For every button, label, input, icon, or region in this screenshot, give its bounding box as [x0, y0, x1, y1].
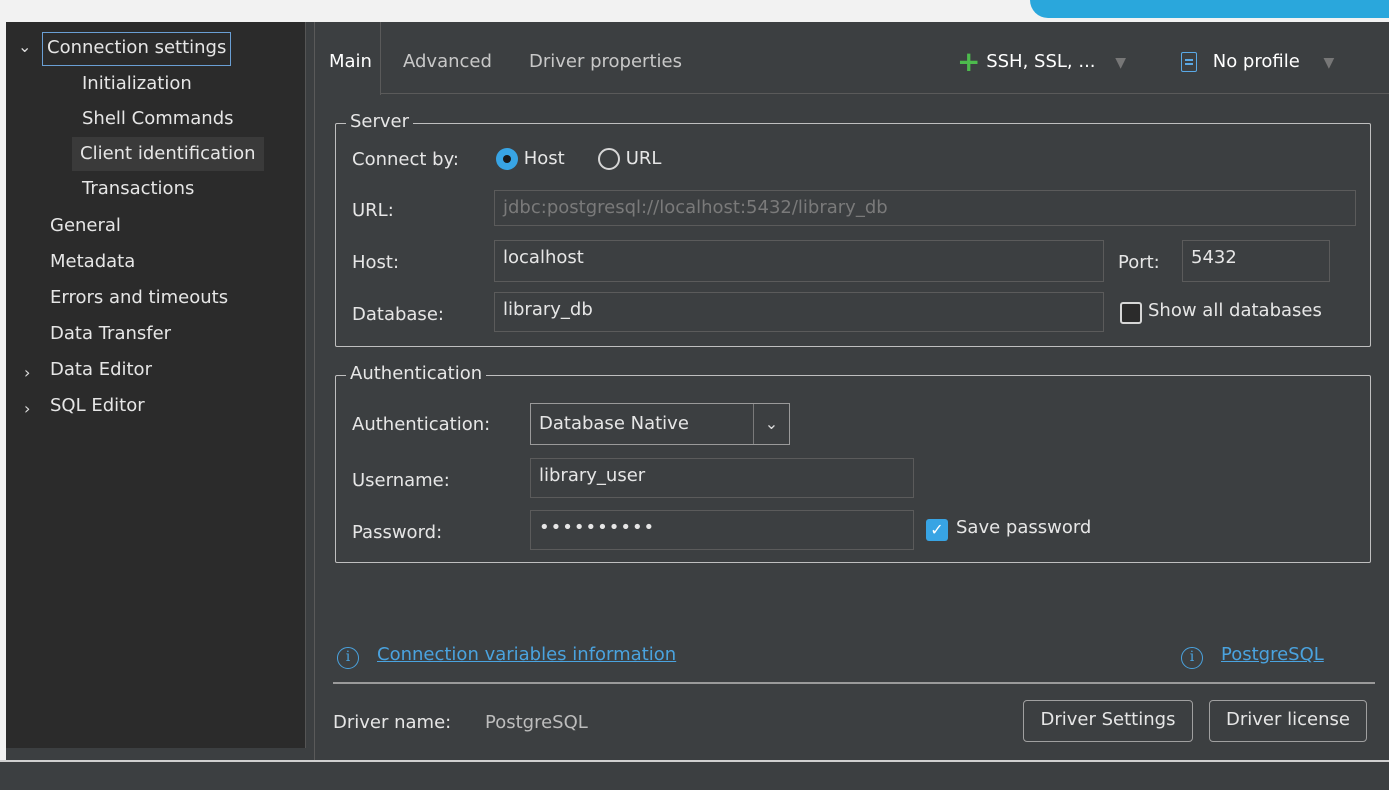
radio-url-label: URL [625, 148, 662, 169]
info-icon: i [1181, 647, 1203, 669]
nav-item-data-transfer[interactable]: Data Transfer [50, 317, 171, 351]
nav-item-initialization[interactable]: Initialization [82, 67, 192, 101]
status-bar [0, 760, 1389, 790]
chevron-down-icon: ⌄ [753, 404, 789, 444]
caret-down-icon: ▼ [1323, 55, 1335, 71]
nav-item-sql-editor[interactable]: SQL Editor [50, 389, 145, 423]
url-field[interactable]: jdbc:postgresql://localhost:5432/library… [494, 190, 1356, 226]
settings-nav-tree: ⌄ Connection settings Initialization She… [6, 22, 306, 748]
nav-item-client-identification[interactable]: Client identification [72, 137, 264, 171]
authentication-select[interactable]: Database Native ⌄ [530, 403, 790, 445]
document-icon [1181, 52, 1197, 72]
separator [333, 682, 1375, 684]
tab-bar: Main Advanced Driver properties + SSH, S… [315, 22, 1389, 95]
nav-item-connection-settings[interactable]: Connection settings [42, 32, 232, 66]
caret-down-icon: ▼ [1115, 55, 1127, 71]
ssh-ssl-label: SSH, SSL, ... [986, 51, 1096, 72]
driver-name-value: PostgreSQL [485, 712, 588, 733]
window-accent-tab [1030, 0, 1389, 18]
database-field[interactable]: library_db [494, 292, 1104, 332]
driver-name-label: Driver name: [333, 712, 452, 733]
chevron-right-icon[interactable]: › [24, 392, 40, 426]
host-field[interactable]: localhost [494, 240, 1104, 282]
nav-item-shell-commands[interactable]: Shell Commands [82, 102, 234, 136]
server-group-title: Server [346, 111, 414, 132]
tab-driver-properties[interactable]: Driver properties [529, 22, 682, 94]
nav-item-data-editor[interactable]: Data Editor [50, 353, 152, 387]
port-field[interactable]: 5432 [1182, 240, 1330, 282]
host-label: Host: [352, 252, 400, 273]
tab-main[interactable]: Main [315, 22, 381, 95]
add-icon: + [957, 45, 981, 78]
profile-dropdown[interactable]: No profile ▼ [1181, 22, 1334, 94]
driver-license-button[interactable]: Driver license [1209, 700, 1367, 742]
ssh-ssl-dropdown[interactable]: + SSH, SSL, ... ▼ [957, 22, 1126, 94]
radio-unselected-icon [598, 148, 620, 170]
profile-label: No profile [1212, 51, 1300, 72]
main-panel: Main Advanced Driver properties + SSH, S… [314, 22, 1389, 760]
radio-host[interactable]: Host [496, 148, 565, 170]
nav-item-errors-and-timeouts[interactable]: Errors and timeouts [50, 281, 228, 315]
authentication-group: Authentication Authentication: Database … [335, 363, 1371, 563]
authentication-label: Authentication: [352, 414, 491, 435]
username-field[interactable]: library_user [530, 458, 914, 498]
chevron-down-icon[interactable]: ⌄ [18, 30, 34, 64]
connection-settings-dialog: ⌄ Connection settings Initialization She… [6, 22, 1389, 760]
window-top-strip [0, 0, 1389, 22]
radio-host-label: Host [523, 148, 565, 169]
tab-advanced[interactable]: Advanced [403, 22, 492, 94]
postgresql-link[interactable]: PostgreSQL [1221, 644, 1324, 665]
connection-variables-link[interactable]: Connection variables information [377, 644, 676, 665]
info-icon: i [337, 647, 359, 669]
port-label: Port: [1118, 252, 1160, 273]
chevron-right-icon[interactable]: › [24, 356, 40, 390]
server-group: Server Connect by: Host URL URL: jdbc:po… [335, 111, 1371, 347]
url-label: URL: [352, 200, 394, 221]
show-all-databases-checkbox[interactable] [1120, 302, 1142, 324]
authentication-select-value: Database Native [539, 413, 689, 434]
save-password-label: Save password [956, 517, 1092, 538]
username-label: Username: [352, 470, 450, 491]
nav-item-metadata[interactable]: Metadata [50, 245, 135, 279]
password-label: Password: [352, 522, 443, 543]
password-field[interactable]: •••••••••• [530, 510, 914, 550]
radio-selected-icon [496, 148, 518, 170]
database-label: Database: [352, 304, 444, 325]
driver-settings-button[interactable]: Driver Settings [1023, 700, 1193, 742]
connect-by-label: Connect by: [352, 149, 459, 170]
nav-item-general[interactable]: General [50, 209, 121, 243]
radio-url[interactable]: URL [598, 148, 661, 170]
save-password-checkbox[interactable]: ✓ [926, 519, 948, 541]
authentication-group-title: Authentication [346, 363, 487, 384]
show-all-databases-label: Show all databases [1148, 300, 1322, 321]
nav-item-transactions[interactable]: Transactions [82, 172, 194, 206]
